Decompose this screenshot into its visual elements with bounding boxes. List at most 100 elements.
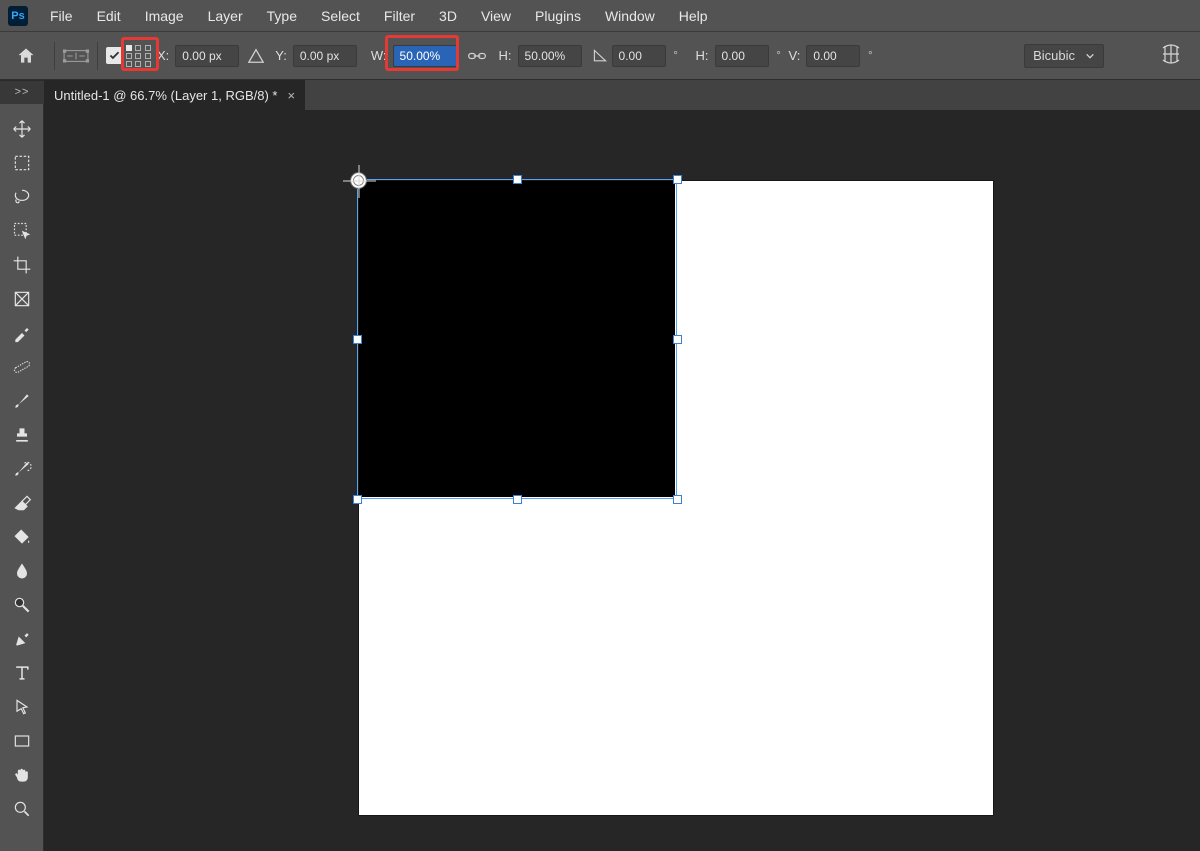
skew-h-input[interactable]: 0.00 bbox=[715, 45, 769, 67]
pen-icon bbox=[12, 629, 32, 649]
gradient-tool[interactable] bbox=[3, 520, 41, 554]
app-logo: Ps bbox=[8, 6, 28, 26]
menu-window[interactable]: Window bbox=[595, 4, 665, 28]
pen-tool[interactable] bbox=[3, 622, 41, 656]
degree-symbol: ° bbox=[670, 50, 682, 62]
object-select-tool[interactable] bbox=[3, 214, 41, 248]
relative-position-button[interactable] bbox=[241, 42, 271, 70]
menu-plugins[interactable]: Plugins bbox=[525, 4, 591, 28]
zoom-icon bbox=[12, 799, 32, 819]
height-input[interactable]: 50.00% bbox=[518, 45, 582, 67]
stamp-icon bbox=[12, 425, 32, 445]
transform-bounding-box[interactable] bbox=[357, 179, 677, 499]
hand-tool[interactable] bbox=[3, 758, 41, 792]
object-select-icon bbox=[12, 221, 32, 241]
droplet-icon bbox=[12, 561, 32, 581]
warp-icon bbox=[1159, 42, 1183, 66]
menu-layer[interactable]: Layer bbox=[198, 4, 253, 28]
stamp-tool[interactable] bbox=[3, 418, 41, 452]
menu-bar: Ps File Edit Image Layer Type Select Fil… bbox=[0, 0, 1200, 31]
home-button[interactable] bbox=[6, 40, 46, 72]
rectangle-tool[interactable] bbox=[3, 724, 41, 758]
menu-help[interactable]: Help bbox=[669, 4, 718, 28]
x-input[interactable]: 0.00 px bbox=[175, 45, 239, 67]
transform-toggle-icon[interactable] bbox=[63, 42, 89, 70]
rotation-input[interactable]: 0.00 bbox=[612, 45, 666, 67]
move-icon bbox=[12, 119, 32, 139]
path-select-tool[interactable] bbox=[3, 690, 41, 724]
lasso-tool[interactable] bbox=[3, 180, 41, 214]
document-tab[interactable]: Untitled-1 @ 66.7% (Layer 1, RGB/8) * × bbox=[44, 80, 305, 110]
menu-file[interactable]: File bbox=[40, 4, 83, 28]
frame-icon bbox=[12, 289, 32, 309]
document-tab-title: Untitled-1 @ 66.7% (Layer 1, RGB/8) * bbox=[54, 88, 277, 103]
separator bbox=[97, 42, 98, 70]
bandage-icon bbox=[12, 357, 32, 377]
lasso-icon bbox=[12, 187, 32, 207]
history-brush-icon bbox=[12, 459, 32, 479]
dodge-icon bbox=[12, 595, 32, 615]
w-label: W: bbox=[369, 48, 389, 63]
eraser-tool[interactable] bbox=[3, 486, 41, 520]
transform-handle-tc[interactable] bbox=[513, 175, 522, 184]
transform-handle-mr[interactable] bbox=[673, 335, 682, 344]
free-transform-icon bbox=[63, 47, 89, 65]
h-label: H: bbox=[497, 48, 514, 63]
width-input[interactable]: 50.00% bbox=[393, 45, 457, 67]
transform-origin-marker[interactable] bbox=[350, 172, 367, 189]
transform-handle-tr[interactable] bbox=[673, 175, 682, 184]
rotation-group: 0.00 ° bbox=[592, 42, 682, 70]
frame-tool[interactable] bbox=[3, 282, 41, 316]
rectangle-icon bbox=[12, 731, 32, 751]
zoom-tool[interactable] bbox=[3, 792, 41, 826]
blur-tool[interactable] bbox=[3, 554, 41, 588]
transform-handle-br[interactable] bbox=[673, 495, 682, 504]
marquee-tool[interactable] bbox=[3, 146, 41, 180]
brush-icon bbox=[12, 391, 32, 411]
height-group: H: 50.00% bbox=[497, 42, 582, 70]
menu-3d[interactable]: 3D bbox=[429, 4, 467, 28]
skew-v-input[interactable]: 0.00 bbox=[806, 45, 860, 67]
separator bbox=[54, 42, 55, 70]
move-tool[interactable] bbox=[3, 112, 41, 146]
panel-expand-strip[interactable]: >> bbox=[0, 80, 44, 104]
skew-v-label: V: bbox=[787, 48, 803, 63]
healing-brush-tool[interactable] bbox=[3, 350, 41, 384]
x-position-group: X: 0.00 px bbox=[155, 42, 239, 70]
menu-type[interactable]: Type bbox=[257, 4, 307, 28]
arrow-cursor-icon bbox=[12, 697, 32, 717]
menu-view[interactable]: View bbox=[471, 4, 521, 28]
aspect-lock-button[interactable] bbox=[463, 44, 491, 68]
transform-handle-ml[interactable] bbox=[353, 335, 362, 344]
dodge-tool[interactable] bbox=[3, 588, 41, 622]
home-icon bbox=[16, 46, 36, 66]
tools-panel bbox=[0, 104, 44, 851]
warp-mode-button[interactable] bbox=[1156, 39, 1186, 69]
transform-handle-bl[interactable] bbox=[353, 495, 362, 504]
skew-v-group: V: 0.00 ° bbox=[787, 42, 877, 70]
eyedropper-tool[interactable] bbox=[3, 316, 41, 350]
triangle-icon bbox=[247, 47, 265, 65]
reference-point-toggle[interactable] bbox=[106, 42, 123, 70]
check-icon bbox=[108, 49, 121, 62]
menu-filter[interactable]: Filter bbox=[374, 4, 425, 28]
canvas-area[interactable] bbox=[44, 110, 1200, 851]
interpolation-select[interactable]: Bicubic bbox=[1024, 44, 1104, 68]
brush-tool[interactable] bbox=[3, 384, 41, 418]
transform-handle-bc[interactable] bbox=[513, 495, 522, 504]
link-icon bbox=[467, 49, 487, 63]
y-input[interactable]: 0.00 px bbox=[293, 45, 357, 67]
menu-edit[interactable]: Edit bbox=[87, 4, 131, 28]
history-brush-tool[interactable] bbox=[3, 452, 41, 486]
reference-point-grid[interactable] bbox=[125, 42, 153, 70]
width-group: W: 50.00% bbox=[369, 42, 457, 70]
close-icon[interactable]: × bbox=[287, 88, 295, 103]
type-tool[interactable] bbox=[3, 656, 41, 690]
marquee-icon bbox=[12, 153, 32, 173]
reference-point-checkbox[interactable] bbox=[106, 47, 123, 64]
crop-tool[interactable] bbox=[3, 248, 41, 282]
interpolation-value: Bicubic bbox=[1033, 48, 1075, 63]
menu-select[interactable]: Select bbox=[311, 4, 370, 28]
type-icon bbox=[12, 663, 32, 683]
menu-image[interactable]: Image bbox=[135, 4, 194, 28]
